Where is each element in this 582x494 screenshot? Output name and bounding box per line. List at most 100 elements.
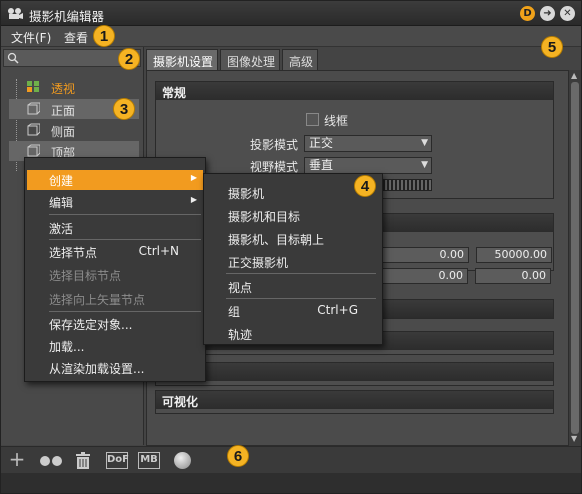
scroll-down-icon[interactable]: ▼ (571, 434, 577, 443)
sub-item-ortho-camera[interactable]: 正交摄影机 (206, 252, 380, 272)
wireframe-checkbox[interactable] (306, 113, 319, 126)
sub-item-group[interactable]: 组 Ctrl+G (206, 301, 380, 321)
add-icon[interactable]: + (8, 449, 26, 469)
search-icon (7, 52, 19, 64)
chevron-down-icon: ▼ (421, 138, 428, 148)
arrow-right-icon[interactable]: ➜ (540, 6, 555, 21)
section-5-header[interactable] (156, 363, 553, 381)
sub-item-label: 组 (228, 305, 241, 319)
sub-item-label: 摄影机和目标 (228, 210, 301, 224)
tab-advanced[interactable]: 高级 (282, 49, 318, 70)
sub-item-camera-target[interactable]: 摄影机和目标 (206, 206, 380, 226)
chevron-down-icon: ▼ (421, 160, 428, 170)
ctx-item-select-node[interactable]: 选择节点 Ctrl+N (27, 242, 203, 262)
ctx-item-load[interactable]: 加载... (27, 336, 203, 356)
ctx-item-label: 编辑 (49, 196, 74, 210)
ctx-item-activate[interactable]: 激活 (27, 218, 203, 238)
motion-blur-button[interactable]: MB (138, 452, 160, 469)
tree-item-perspective[interactable]: 透视 (9, 77, 139, 97)
far-clip-field[interactable]: 50000.00 (476, 247, 552, 263)
sub-item-label: 摄影机、目标朝上 (228, 233, 325, 247)
sphere-icon[interactable] (174, 452, 191, 469)
ctx-item-create[interactable]: 创建 ▶ (27, 170, 203, 190)
callout-badge: 1 (93, 25, 115, 47)
status-bar (1, 473, 581, 493)
callout-badge: 6 (227, 445, 249, 467)
view-mode-select[interactable]: 垂直 ▼ (304, 157, 432, 174)
sub-item-label: 轨迹 (228, 328, 253, 342)
trash-icon[interactable] (76, 452, 90, 469)
submenu-arrow-icon: ▶ (190, 173, 197, 182)
title-bar: 摄影机编辑器 D ➜ ✕ (1, 1, 581, 26)
callout-badge: 2 (118, 48, 140, 70)
sub-item-viewpoint[interactable]: 视点 (206, 277, 380, 297)
camera-app-icon (8, 8, 23, 19)
tree-item-label: 侧面 (51, 125, 76, 139)
ctx-item-label: 保存选定对象... (49, 318, 133, 332)
context-menu: 创建 ▶ 编辑 ▶ 激活 选择节点 Ctrl+N 选择目标节点 选择向上矢量节点 保存… (24, 157, 206, 382)
menu-view[interactable]: 查看 (64, 29, 88, 46)
ctx-item-label: 选择向上矢量节点 (49, 293, 146, 307)
projection-mode-value: 正交 (309, 136, 334, 150)
near-clip-field[interactable]: 0.00 (381, 247, 469, 263)
menu-file[interactable]: 文件(F) (11, 29, 51, 46)
camera-editor-window: 摄影机编辑器 D ➜ ✕ 文件(F) 查看 透视 正面 侧面 顶部 摄影机设置 … (0, 0, 582, 494)
top-camera-icon (27, 144, 40, 157)
ctx-item-save-selected[interactable]: 保存选定对象... (27, 314, 203, 334)
menu-separator (49, 214, 201, 215)
tree-item-side[interactable]: 侧面 (9, 120, 139, 140)
bottom-toolbar: + DoF MB (1, 446, 581, 473)
ctx-item-select-up-vector[interactable]: 选择向上矢量节点 (27, 289, 203, 309)
scrollbar-thumb[interactable] (571, 82, 579, 434)
close-icon[interactable]: ✕ (560, 6, 575, 21)
menu-separator (226, 273, 376, 274)
menu-separator (49, 311, 201, 312)
tab-camera-settings[interactable]: 摄影机设置 (146, 49, 218, 70)
projection-mode-select[interactable]: 正交 ▼ (304, 135, 432, 152)
dof-button[interactable]: DoF (106, 452, 129, 469)
value-field-4[interactable]: 0.00 (475, 268, 551, 284)
sub-item-label: 正交摄影机 (228, 256, 289, 270)
content-scrollbar[interactable]: ▲ ▼ (569, 70, 581, 446)
sub-item-label: 摄影机 (228, 187, 265, 201)
tab-image-processing[interactable]: 图像处理 (220, 49, 280, 70)
front-camera-icon (27, 102, 40, 115)
ctx-item-edit[interactable]: 编辑 ▶ (27, 192, 203, 212)
ctx-item-load-from-render[interactable]: 从渲染加载设置... (27, 358, 203, 378)
callout-badge: 5 (541, 36, 563, 58)
submenu-arrow-icon: ▶ (190, 195, 197, 204)
side-camera-icon (27, 123, 40, 136)
visualization-section: 可视化 (155, 390, 554, 414)
ctx-item-select-target[interactable]: 选择目标节点 (27, 265, 203, 285)
create-submenu: 摄影机 摄影机和目标 摄影机、目标朝上 正交摄影机 视点 组 Ctrl+G 轨迹 (203, 173, 383, 345)
duplicate-icon[interactable] (39, 452, 63, 469)
menu-separator (226, 298, 376, 299)
shortcut-text: Ctrl+G (317, 303, 358, 317)
sub-item-label: 视点 (228, 281, 253, 295)
callout-badge: 3 (113, 98, 135, 120)
ctx-item-label: 从渲染加载设置... (49, 362, 145, 376)
view-mode-value: 垂直 (309, 158, 334, 172)
projection-mode-label: 投影模式 (250, 138, 299, 152)
perspective-camera-icon (27, 81, 39, 92)
ctx-item-label: 创建 (49, 174, 74, 188)
tree-item-label: 透视 (51, 82, 76, 96)
section-5 (155, 362, 554, 386)
ctx-item-label: 加载... (49, 340, 85, 354)
shortcut-text: Ctrl+N (138, 244, 179, 258)
ctx-item-label: 选择目标节点 (49, 269, 122, 283)
d-button[interactable]: D (520, 6, 535, 21)
ctx-item-label: 激活 (49, 222, 74, 236)
ctx-item-label: 选择节点 (49, 246, 98, 260)
window-title: 摄影机编辑器 (29, 9, 105, 24)
sub-item-camera-target-up[interactable]: 摄影机、目标朝上 (206, 229, 380, 249)
scroll-up-icon[interactable]: ▲ (571, 71, 577, 80)
callout-badge: 4 (354, 175, 376, 197)
general-section-header[interactable]: 常规 (156, 82, 553, 100)
visualization-section-header[interactable]: 可视化 (156, 391, 553, 409)
value-field-3[interactable]: 0.00 (380, 268, 468, 284)
sub-item-trajectory[interactable]: 轨迹 (206, 324, 380, 344)
tree-item-label: 正面 (51, 104, 76, 118)
menu-separator (49, 239, 201, 240)
menu-bar: 文件(F) 查看 (1, 26, 581, 47)
